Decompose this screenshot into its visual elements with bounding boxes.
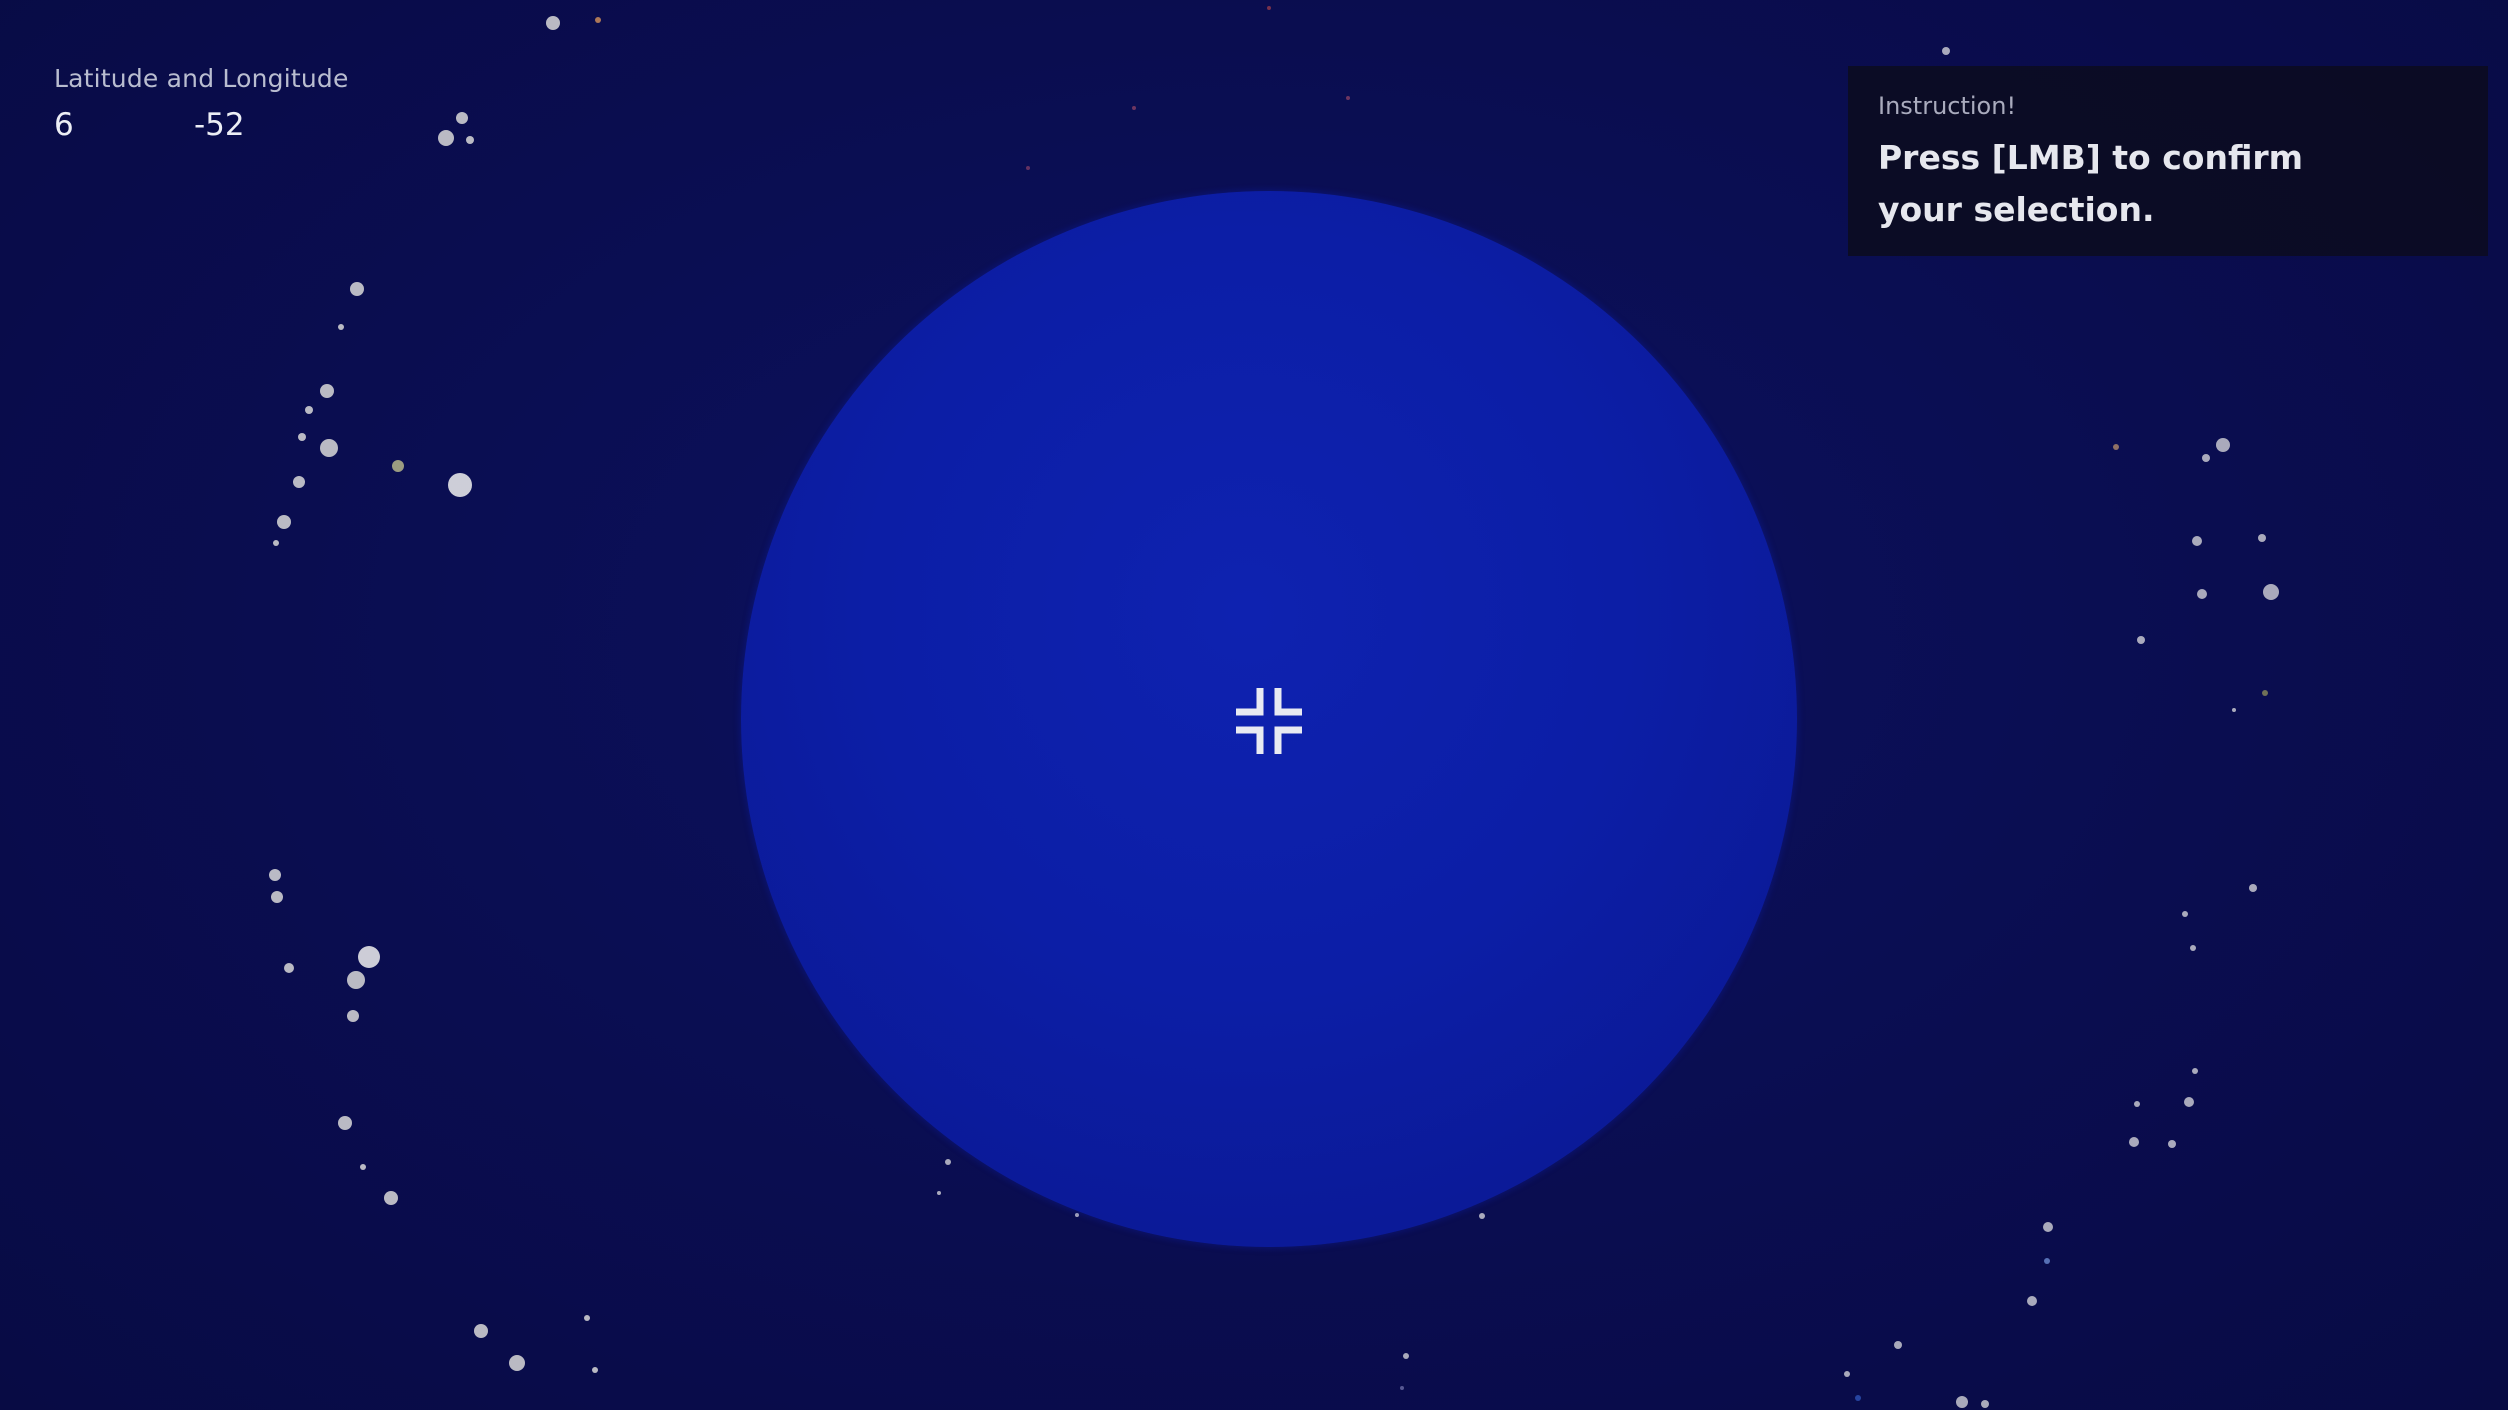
star	[2184, 1097, 2194, 1107]
star	[320, 384, 334, 398]
star	[347, 971, 365, 989]
star	[1942, 47, 1950, 55]
star	[1400, 1386, 1404, 1390]
star	[384, 1191, 398, 1205]
star	[474, 1324, 488, 1338]
star	[2044, 1258, 2050, 1264]
star	[509, 1355, 525, 1371]
star	[592, 1367, 598, 1373]
longitude-value: -52	[194, 107, 245, 143]
star	[2258, 534, 2266, 542]
star	[338, 324, 344, 330]
star	[1026, 166, 1030, 170]
star	[2168, 1140, 2176, 1148]
crosshair-corner-top-left	[1236, 688, 1264, 716]
star	[1346, 96, 1350, 100]
star	[2192, 1068, 2198, 1074]
star	[546, 16, 560, 30]
star	[277, 515, 291, 529]
crosshair-corner-bottom-right	[1274, 726, 1302, 754]
star	[1075, 1213, 1079, 1217]
star	[338, 1116, 352, 1130]
star	[2232, 708, 2236, 712]
star	[360, 1164, 366, 1170]
star	[2192, 536, 2202, 546]
crosshair-icon	[1236, 688, 1302, 754]
star	[2134, 1101, 2140, 1107]
star	[2216, 438, 2230, 452]
star	[2197, 589, 2207, 599]
star	[298, 433, 306, 441]
star	[1956, 1396, 1968, 1408]
star	[273, 540, 279, 546]
star	[350, 282, 364, 296]
star	[1267, 6, 1271, 10]
latitude-value: 6	[54, 107, 74, 143]
star	[937, 1191, 941, 1195]
crosshair-corner-top-right	[1274, 688, 1302, 716]
star	[595, 17, 601, 23]
star	[1403, 1353, 1409, 1359]
star	[2027, 1296, 2037, 1306]
star	[271, 891, 283, 903]
star	[1479, 1213, 1485, 1219]
star	[466, 136, 474, 144]
star	[1981, 1400, 1989, 1408]
star	[1844, 1371, 1850, 1377]
coordinates-values: 6 -52	[54, 107, 349, 143]
star	[456, 112, 468, 124]
instruction-title: Instruction!	[1878, 92, 2017, 120]
coordinates-panel: Latitude and Longitude 6 -52	[54, 64, 349, 143]
star	[2043, 1222, 2053, 1232]
star	[269, 869, 281, 881]
star	[2129, 1137, 2139, 1147]
instruction-text: Press [LMB] to confirm your selection.	[1878, 138, 2304, 229]
star	[1132, 106, 1136, 110]
star	[392, 460, 404, 472]
star	[2263, 584, 2279, 600]
star	[438, 130, 454, 146]
star	[2137, 636, 2145, 644]
star	[1855, 1395, 1861, 1401]
star	[584, 1315, 590, 1321]
star	[2262, 690, 2268, 696]
star	[347, 1010, 359, 1022]
star	[284, 963, 294, 973]
game-viewport[interactable]: Latitude and Longitude 6 -52 Instruction…	[0, 0, 2508, 1410]
star	[2182, 911, 2188, 917]
star	[2202, 454, 2210, 462]
star	[2249, 884, 2257, 892]
star	[1894, 1341, 1902, 1349]
instruction-panel: Instruction! Press [LMB] to confirm your…	[1848, 66, 2488, 256]
star	[305, 406, 313, 414]
star	[945, 1159, 951, 1165]
star	[448, 473, 472, 497]
crosshair-corner-bottom-left	[1236, 726, 1264, 754]
star	[2190, 945, 2196, 951]
star	[2113, 444, 2119, 450]
star	[293, 476, 305, 488]
star	[320, 439, 338, 457]
star	[358, 946, 380, 968]
coordinates-title: Latitude and Longitude	[54, 64, 349, 93]
